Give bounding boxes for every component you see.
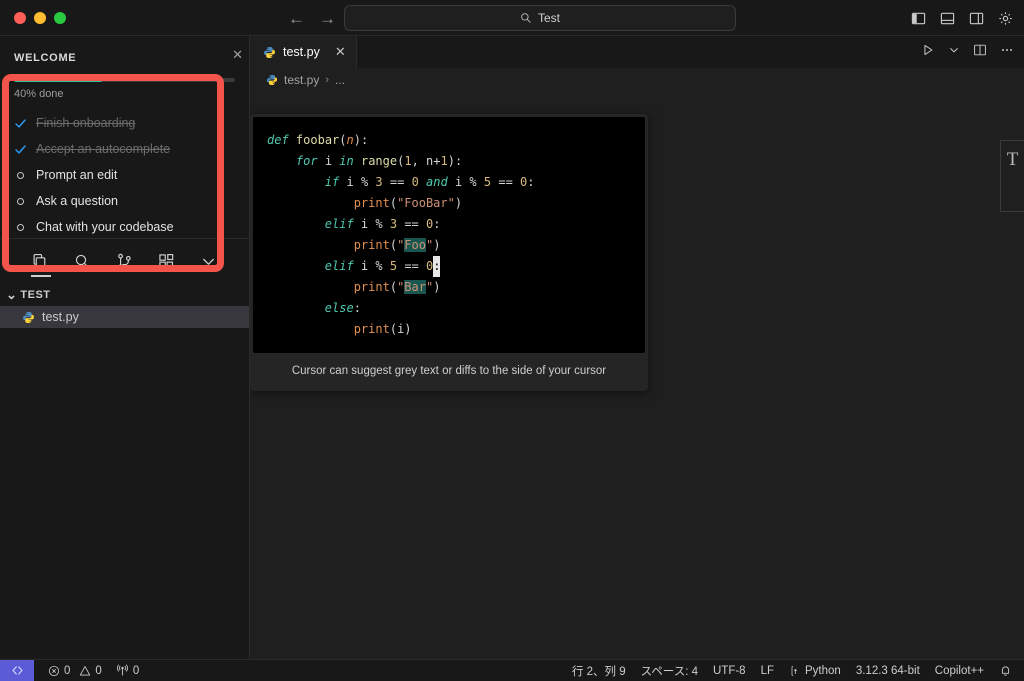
run-icon[interactable]: [921, 43, 935, 62]
window-controls[interactable]: [0, 11, 66, 24]
language-status[interactable]: Python: [789, 665, 841, 677]
breadcrumb-separator: ›: [325, 74, 330, 86]
panel-glyph: T: [1006, 149, 1019, 170]
gear-icon[interactable]: [997, 10, 1014, 27]
chevron-down-icon[interactable]: [948, 43, 960, 61]
onboarding-progress-fill: [14, 78, 103, 82]
python-icon: [23, 311, 34, 323]
copilot-status[interactable]: Copilot++: [935, 665, 984, 677]
explorer-file-label: test.py: [42, 310, 79, 324]
vscode-window: ← → Test WELCOME ✕ 40% done Finish onboa…: [0, 0, 1024, 681]
toggle-secondary-sidebar-icon[interactable]: [968, 10, 985, 27]
onboarding-task-label: Prompt an edit: [36, 168, 118, 182]
onboarding-task-label: Finish onboarding: [36, 116, 136, 130]
editor-actions: [921, 36, 1014, 68]
ports-count: 0: [132, 664, 140, 677]
close-window-button[interactable]: [14, 11, 26, 24]
minimize-window-button[interactable]: [34, 11, 46, 24]
suggestion-hint: Cursor can suggest grey text or diffs to…: [291, 365, 607, 377]
circle-icon: [14, 223, 27, 231]
close-icon[interactable]: ✕: [335, 44, 346, 60]
more-actions-icon[interactable]: [1000, 43, 1014, 62]
remote-window-icon[interactable]: [0, 659, 34, 681]
onboarding-task[interactable]: Chat with your codebase: [14, 216, 235, 238]
split-editor-icon[interactable]: [973, 43, 987, 62]
command-center-search[interactable]: Test: [344, 5, 736, 31]
language-label: Python: [805, 664, 841, 677]
primary-sidebar: WELCOME ✕ 40% done Finish onboarding Acce…: [0, 36, 250, 659]
navigation-controls: ← →: [288, 0, 336, 36]
activity-item-more-icon[interactable]: [198, 247, 220, 277]
status-bar: 0 0 0 行 2、列 9 スペース: 4 UTF-8 LF Python 3.…: [0, 659, 1024, 681]
secondary-panel-peek[interactable]: T: [1000, 140, 1024, 212]
interpreter-status[interactable]: 3.12.3 64-bit: [856, 665, 920, 677]
explorer-view: ⌄ TEST test.py: [0, 284, 249, 659]
editor-area: test.py ✕ test.py › ... def foobar(n): f…: [250, 36, 1024, 659]
welcome-title: WELCOME: [14, 52, 77, 64]
search-value: Test: [537, 11, 560, 25]
warning-count: 0: [95, 664, 102, 677]
error-count: 0: [64, 664, 71, 677]
explorer-folder-header[interactable]: ⌄ TEST: [0, 284, 249, 306]
activity-item-search[interactable]: [72, 247, 94, 277]
onboarding-task[interactable]: Finish onboarding: [14, 112, 235, 134]
zoom-window-button[interactable]: [54, 11, 66, 24]
forward-arrow-icon[interactable]: →: [319, 10, 336, 27]
error-icon: [48, 665, 60, 676]
eol-status[interactable]: LF: [761, 665, 774, 677]
explorer-file-test-py[interactable]: test.py: [0, 306, 249, 328]
onboarding-task[interactable]: Prompt an edit: [14, 164, 235, 186]
indentation-status[interactable]: スペース: 4: [641, 663, 698, 679]
editor-tab-test-py[interactable]: test.py ✕: [250, 36, 357, 68]
encoding-status[interactable]: UTF-8: [713, 665, 746, 677]
problems-status[interactable]: 0 0: [48, 665, 102, 677]
onboarding-task[interactable]: Ask a question: [14, 190, 235, 212]
code-suggestion-card: def foobar(n): for i in range(1, n+1): i…: [250, 114, 648, 391]
breadcrumb-file: test.py: [284, 73, 320, 87]
close-icon[interactable]: ✕: [232, 48, 243, 61]
breadcrumb[interactable]: test.py › ...: [250, 68, 1024, 92]
status-bar-right: 行 2、列 9 スペース: 4 UTF-8 LF Python 3.12.3 6…: [572, 663, 1024, 679]
check-icon: [14, 143, 27, 156]
onboarding-progress-bar: [14, 78, 235, 82]
chevron-down-icon: ⌄: [6, 287, 18, 302]
welcome-panel: WELCOME ✕ 40% done Finish onboarding Acce…: [0, 36, 249, 238]
circle-icon: [14, 197, 27, 205]
explorer-folder-label: TEST: [20, 289, 51, 301]
activity-item-explorer[interactable]: [30, 247, 52, 277]
python-icon: [264, 46, 275, 58]
onboarding-task-list: Finish onboarding Accept an autocomplete P…: [14, 112, 235, 238]
cursor-position[interactable]: 行 2、列 9: [572, 663, 626, 679]
circle-icon: [14, 171, 27, 179]
layout-controls: [910, 0, 1014, 36]
onboarding-task[interactable]: Accept an autocomplete: [14, 138, 235, 160]
editor-tab-label: test.py: [283, 45, 320, 59]
editor-tab-bar: test.py ✕: [250, 36, 1024, 68]
radio-tower-icon: [116, 664, 128, 676]
onboarding-task-label: Accept an autocomplete: [36, 142, 171, 156]
workbench-body: WELCOME ✕ 40% done Finish onboarding Acce…: [0, 36, 1024, 659]
python-icon: [266, 74, 278, 86]
status-bar-left: 0 0 0: [34, 664, 139, 677]
python-icon: [791, 665, 797, 676]
bell-icon[interactable]: [999, 664, 1012, 677]
warning-icon: [80, 665, 91, 675]
back-arrow-icon[interactable]: ←: [288, 10, 305, 27]
toggle-panel-icon[interactable]: [939, 10, 956, 27]
search-icon: [521, 13, 531, 23]
activity-item-source-control[interactable]: [114, 247, 136, 277]
editor-canvas: def foobar(n): for i in range(1, n+1): i…: [250, 92, 1024, 659]
activity-bar: [0, 238, 249, 284]
title-bar: ← → Test: [0, 0, 1024, 36]
toggle-primary-sidebar-icon[interactable]: [910, 10, 927, 27]
onboarding-task-label: Chat with your codebase: [36, 220, 174, 234]
check-icon: [14, 117, 27, 130]
onboarding-task-label: Ask a question: [36, 194, 118, 208]
progress-label: 40% done: [14, 88, 64, 100]
code-block[interactable]: def foobar(n): for i in range(1, n+1): i…: [253, 117, 645, 353]
ports-status[interactable]: 0: [116, 664, 139, 677]
breadcrumb-rest: ...: [335, 73, 346, 87]
activity-item-extensions[interactable]: [156, 247, 178, 277]
